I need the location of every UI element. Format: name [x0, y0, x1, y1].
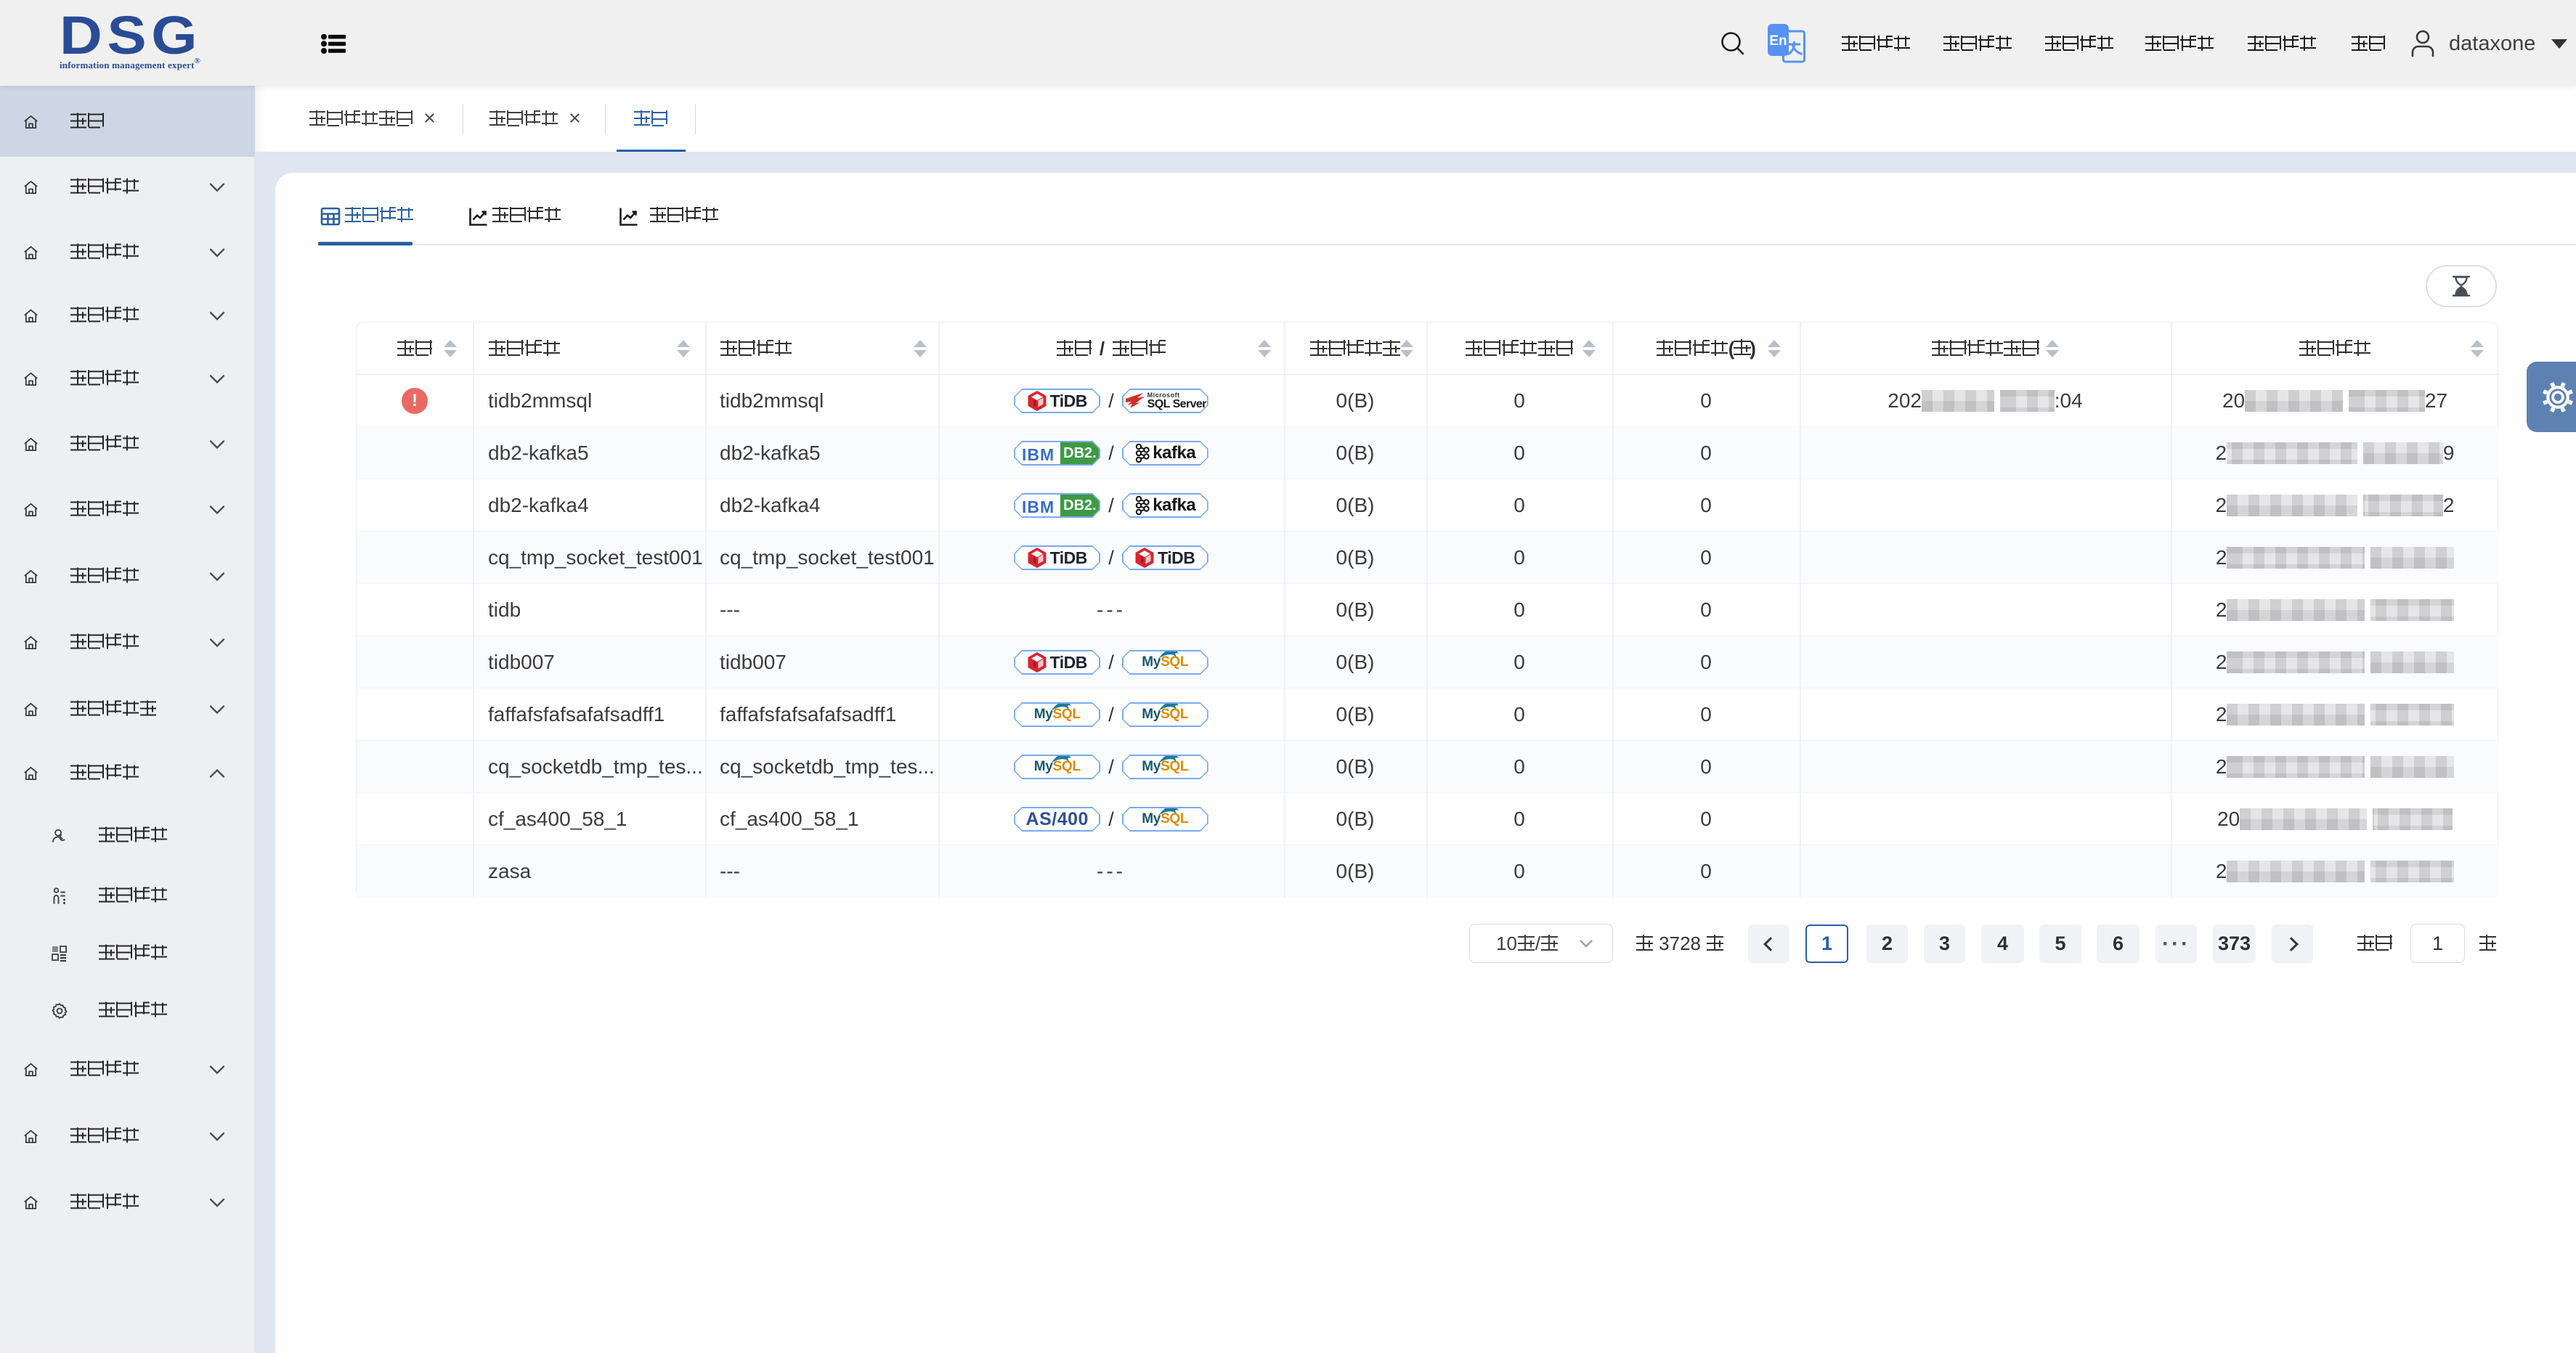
svg-text:En: En: [1769, 33, 1787, 49]
